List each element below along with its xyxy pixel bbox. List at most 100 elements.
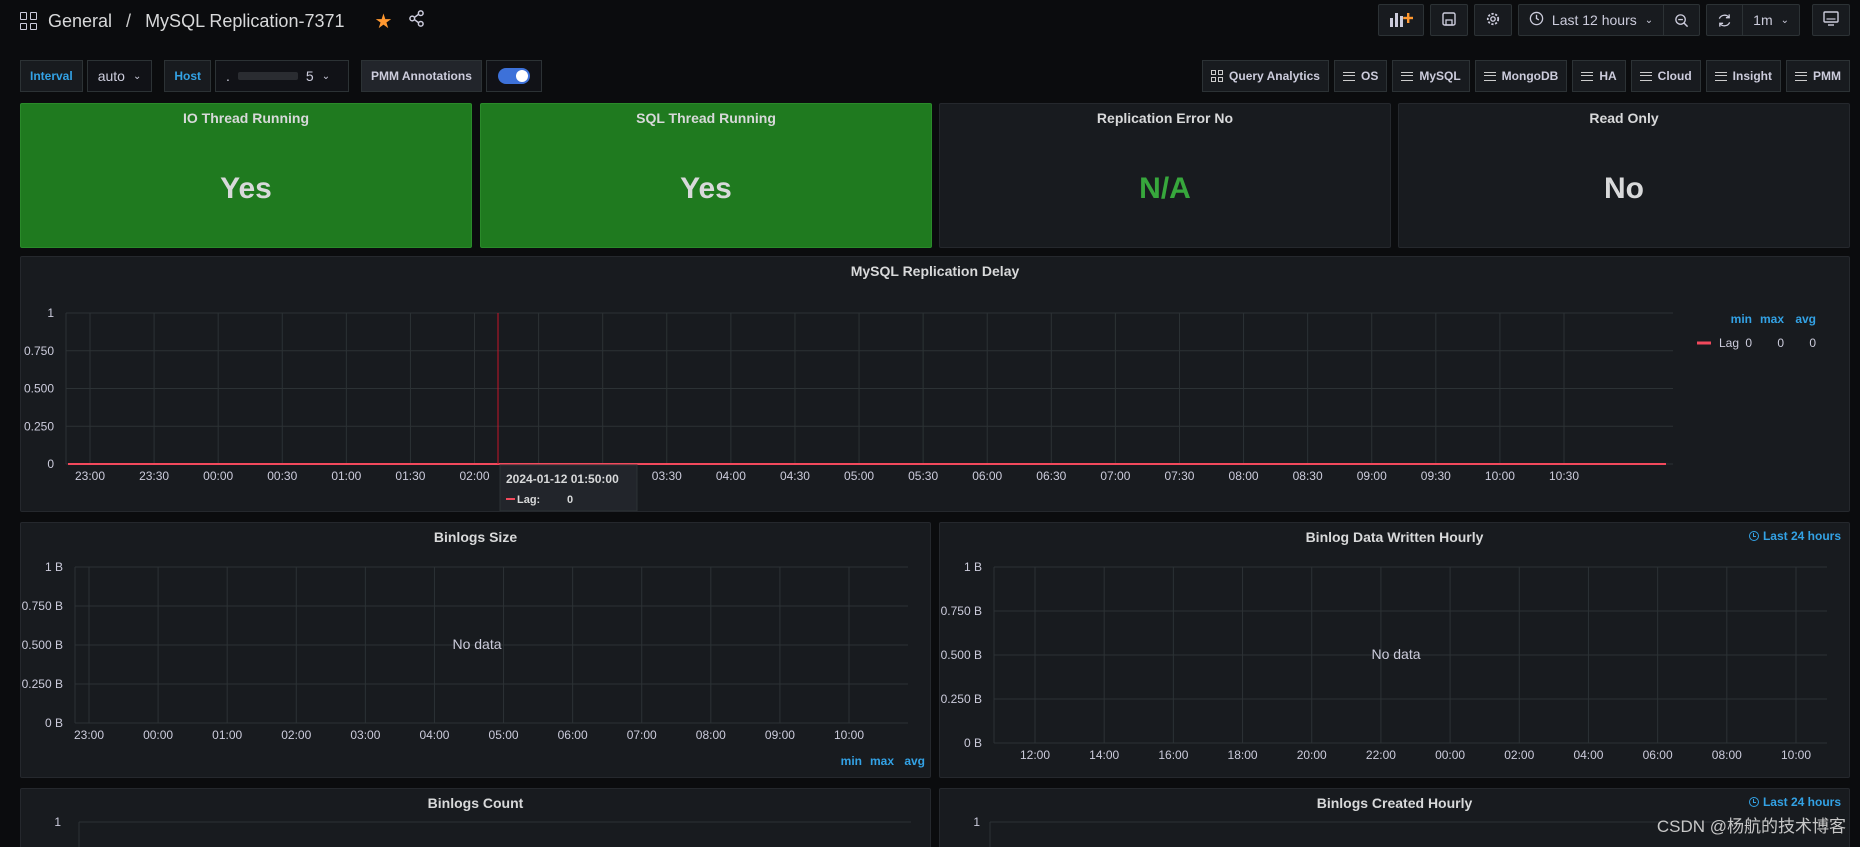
y-tick-label: 0.500 B	[941, 648, 982, 662]
panel-title[interactable]: MySQL Replication Delay	[21, 257, 1849, 283]
dashboard-link-mongodb[interactable]: MongoDB	[1474, 60, 1568, 92]
refresh-picker[interactable]: 1m ⌄	[1706, 4, 1800, 36]
y-tick-label: 1 B	[964, 560, 982, 574]
x-tick-label: 00:00	[143, 728, 173, 742]
dashboard-link-os[interactable]: OS	[1333, 60, 1388, 92]
host-value-end: 5	[305, 68, 314, 84]
refresh-button[interactable]	[1707, 5, 1742, 35]
x-tick-label: 08:30	[1293, 469, 1323, 483]
x-tick-label: 07:30	[1164, 469, 1194, 483]
x-tick-label: 07:00	[627, 728, 657, 742]
add-panel-icon	[1389, 10, 1414, 31]
y-tick-label: 1	[47, 306, 54, 320]
bars-icon	[1401, 71, 1414, 81]
y-tick-label: 0.750 B	[22, 599, 63, 613]
replication-delay-panel: MySQL Replication Delay 0 0.250 0.500 0.750…	[20, 256, 1850, 512]
y-tick-label: 0 B	[45, 716, 63, 730]
share-icon[interactable]	[408, 10, 425, 32]
x-tick-label: 00:00	[1435, 748, 1465, 762]
zoom-out-icon	[1675, 13, 1689, 27]
legend-header-avg[interactable]: avg	[1795, 312, 1816, 326]
stat-value: N/A	[1139, 172, 1191, 205]
panel-title[interactable]: IO Thread Running	[21, 104, 471, 130]
replication-delay-chart[interactable]: 0 0.250 0.500 0.750 1 23:00 23:30 00:00 00:30 01:…	[21, 283, 1849, 511]
interval-variable-select[interactable]: auto ⌄	[86, 60, 153, 92]
bars-icon	[1581, 71, 1594, 81]
star-icon[interactable]: ★	[375, 9, 393, 34]
stat-panel-sql-thread-running: SQL Thread Running Yes	[480, 103, 932, 248]
x-tick-label: 06:00	[972, 469, 1002, 483]
breadcrumb-folder[interactable]: General	[48, 11, 112, 32]
x-tick-label: 02:00	[1504, 748, 1534, 762]
dashboard-link-mysql[interactable]: MySQL	[1392, 60, 1470, 92]
panel-title[interactable]: Binlog Data Written Hourly	[940, 523, 1849, 549]
x-tick-label: 02:00	[460, 469, 490, 483]
x-tick-label: 05:30	[908, 469, 938, 483]
y-tick-label: 1 B	[45, 560, 63, 574]
binlogs-count-panel: Binlogs Count 1	[20, 788, 931, 847]
y-tick-label: 0.750	[24, 344, 54, 358]
dashboard-link-ha[interactable]: HA	[1572, 60, 1626, 92]
time-range-button[interactable]: Last 12 hours ⌄	[1519, 5, 1663, 35]
y-tick-label: 0 B	[964, 736, 982, 750]
x-tick-label: 10:00	[834, 728, 864, 742]
chevron-down-icon: ⌄	[1644, 14, 1654, 26]
x-tick-label: 01:30	[395, 469, 425, 483]
refresh-interval-dropdown[interactable]: 1m ⌄	[1742, 5, 1799, 35]
stat-value: No	[1604, 172, 1644, 205]
bars-icon	[1714, 71, 1727, 81]
x-tick-label: 02:00	[281, 728, 311, 742]
legend-header-avg[interactable]: avg	[904, 754, 925, 768]
dashboards-grid-icon[interactable]	[20, 12, 38, 30]
clock-icon	[1529, 11, 1544, 29]
dashboard-links: Query Analytics OS MySQL MongoDB HA Cloud Insi…	[1202, 60, 1850, 92]
binlogs-count-chart[interactable]: 1	[21, 815, 930, 847]
bars-icon	[1483, 71, 1496, 81]
binlog-hourly-chart[interactable]: 0 B 0.250 B 0.500 B 0.750 B 1 B 12:00 14:00 16:…	[940, 549, 1849, 777]
legend-value-min: 0	[1745, 336, 1752, 350]
time-override-label: Last 24 hours	[1762, 795, 1841, 809]
annotations-toggle[interactable]	[497, 68, 530, 84]
legend-header-min[interactable]: min	[1731, 312, 1752, 326]
panel-title[interactable]: Binlogs Count	[21, 789, 930, 815]
dashboard-title[interactable]: MySQL Replication-7371	[145, 11, 344, 32]
dashboard-link-label: Insight	[1732, 69, 1772, 83]
x-tick-label: 18:00	[1228, 748, 1258, 762]
stat-value: Yes	[220, 172, 272, 205]
tooltip-series-label: Lag:	[517, 494, 540, 506]
stat-panel-replication-error-no: Replication Error No N/A	[939, 103, 1391, 248]
dashboard-settings-button[interactable]	[1473, 4, 1512, 36]
x-tick-label: 04:00	[419, 728, 449, 742]
legend-series-name[interactable]: Lag	[1719, 336, 1739, 350]
panel-title[interactable]: Read Only	[1399, 104, 1849, 130]
legend-value-max: 0	[1777, 336, 1784, 350]
dashboard-link-query-analytics[interactable]: Query Analytics	[1202, 60, 1329, 92]
host-variable-select[interactable]: . 5 ⌄	[215, 60, 349, 92]
binlogs-size-chart[interactable]: 0 B 0.250 B 0.500 B 0.750 B 1 B 23:00 00:00 01:…	[21, 549, 930, 777]
legend-header-max[interactable]: max	[1760, 312, 1784, 326]
x-tick-label: 00:00	[203, 469, 233, 483]
save-dashboard-button[interactable]	[1429, 4, 1468, 36]
panel-title[interactable]: Binlogs Size	[21, 523, 930, 549]
panel-title[interactable]: SQL Thread Running	[481, 104, 931, 130]
y-tick-label: 0	[47, 457, 54, 471]
zoom-out-button[interactable]	[1663, 5, 1699, 35]
dashboard-link-pmm[interactable]: PMM	[1786, 60, 1850, 92]
dashboard-link-insight[interactable]: Insight	[1705, 60, 1781, 92]
x-tick-label: 04:30	[780, 469, 810, 483]
x-tick-label: 10:00	[1485, 469, 1515, 483]
time-override-info: Last 24 hours	[1748, 529, 1841, 543]
add-panel-button[interactable]	[1377, 4, 1424, 36]
dashboard-link-cloud[interactable]: Cloud	[1630, 60, 1701, 92]
tv-mode-button[interactable]	[1812, 4, 1850, 36]
dashboard-link-label: Cloud	[1657, 69, 1692, 83]
x-tick-label: 01:00	[331, 469, 361, 483]
stat-value: Yes	[680, 172, 732, 205]
panel-title[interactable]: Replication Error No	[940, 104, 1390, 130]
legend-header-max[interactable]: max	[870, 754, 894, 768]
legend-header-min[interactable]: min	[841, 754, 862, 768]
dashboard-link-label: MongoDB	[1501, 69, 1559, 83]
x-tick-label: 20:00	[1297, 748, 1327, 762]
time-picker[interactable]: Last 12 hours ⌄	[1517, 4, 1701, 36]
dashboard-link-label: HA	[1599, 69, 1617, 83]
